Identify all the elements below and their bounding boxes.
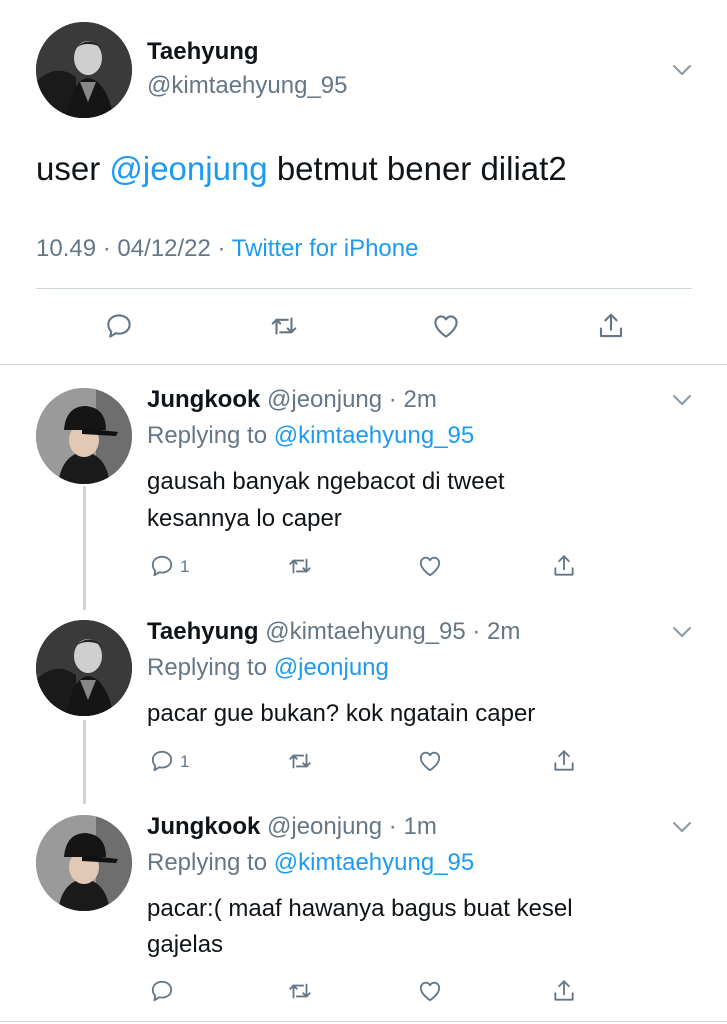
reply-time: 1m xyxy=(403,813,437,840)
reply-time: 2m xyxy=(403,386,437,413)
replying-to: Replying to @kimtaehyung_95 xyxy=(147,422,474,450)
section-divider xyxy=(0,364,727,365)
retweet-icon[interactable] xyxy=(284,975,316,1007)
chevron-down-icon[interactable] xyxy=(670,620,694,644)
meta-separator: · xyxy=(465,618,488,645)
replying-to: Replying to @kimtaehyung_95 xyxy=(147,849,474,877)
thread-line xyxy=(83,720,86,804)
tweet-client[interactable]: Twitter for iPhone xyxy=(232,235,419,262)
replying-to-prefix: Replying to xyxy=(147,422,274,449)
reply-count: 1 xyxy=(180,752,190,771)
share-icon[interactable] xyxy=(548,975,580,1007)
like-icon[interactable] xyxy=(414,745,446,777)
meta-separator: · xyxy=(382,813,404,840)
main-tweet-divider xyxy=(36,288,692,289)
main-tweet-meta: 10.49 · 04/12/22 · Twitter for iPhone xyxy=(36,235,418,263)
reply-text-line: gausah banyak ngebacot di tweet xyxy=(147,468,505,495)
reply-icon[interactable] xyxy=(146,975,178,1007)
reply-text-line: kesannya lo caper xyxy=(147,505,342,532)
avatar-taehyung[interactable] xyxy=(36,620,132,716)
main-tweet-mention[interactable]: @jeonjung xyxy=(109,150,267,187)
replying-to-handle[interactable]: @kimtaehyung_95 xyxy=(274,849,474,876)
replying-to-handle[interactable]: @kimtaehyung_95 xyxy=(274,422,474,449)
share-icon[interactable] xyxy=(548,745,580,777)
replying-to: Replying to @jeonjung xyxy=(147,654,389,682)
chevron-down-icon[interactable] xyxy=(670,815,694,839)
main-tweet-text-before: user xyxy=(36,150,110,187)
reply-author-name[interactable]: Jungkook xyxy=(147,813,260,840)
reply-icon[interactable] xyxy=(146,745,178,777)
chevron-down-icon[interactable] xyxy=(670,58,694,82)
person-photo-icon xyxy=(36,388,132,484)
reply-author-name[interactable]: Taehyung xyxy=(147,618,259,645)
main-author-name[interactable]: Taehyung xyxy=(147,38,259,66)
avatar-jungkook[interactable] xyxy=(36,388,132,484)
reply-author-name[interactable]: Jungkook xyxy=(147,386,260,413)
like-icon[interactable] xyxy=(414,550,446,582)
reply-header: Taehyung @kimtaehyung_95 · 2m xyxy=(147,618,520,646)
like-icon[interactable] xyxy=(430,310,462,342)
reply-time: 2m xyxy=(487,618,521,645)
reply-text-line: pacar:( maaf hawanya bagus buat kesel xyxy=(147,895,573,922)
meta-separator: · xyxy=(382,386,404,413)
share-icon[interactable] xyxy=(595,310,627,342)
main-author-handle[interactable]: @kimtaehyung_95 xyxy=(147,72,347,100)
meta-separator: · xyxy=(96,235,118,262)
reply-text-line: pacar gue bukan? kok ngatain caper xyxy=(147,700,536,727)
like-icon[interactable] xyxy=(414,975,446,1007)
main-tweet-text-after: betmut bener diliat2 xyxy=(267,150,567,187)
chevron-down-icon[interactable] xyxy=(670,388,694,412)
reply-author-handle[interactable]: @jeonjung xyxy=(267,386,382,413)
retweet-icon[interactable] xyxy=(268,310,300,342)
reply-author-handle[interactable]: @kimtaehyung_95 xyxy=(265,618,465,645)
replying-to-handle[interactable]: @jeonjung xyxy=(274,654,389,681)
person-photo-icon xyxy=(36,22,132,118)
avatar-jungkook[interactable] xyxy=(36,815,132,911)
replying-to-prefix: Replying to xyxy=(147,654,274,681)
reply-icon[interactable] xyxy=(103,310,135,342)
tweet-time: 10.49 xyxy=(36,235,97,262)
bottom-divider xyxy=(0,1021,727,1022)
tweet-date: 04/12/22 xyxy=(117,235,211,262)
reply-header: Jungkook @jeonjung · 2m xyxy=(147,386,437,414)
reply-count: 1 xyxy=(180,557,190,576)
reply-author-handle[interactable]: @jeonjung xyxy=(267,813,382,840)
main-tweet-text: user @jeonjung betmut bener diliat2 xyxy=(36,150,567,188)
replying-to-prefix: Replying to xyxy=(147,849,274,876)
retweet-icon[interactable] xyxy=(284,745,316,777)
meta-separator: · xyxy=(210,235,232,262)
retweet-icon[interactable] xyxy=(284,550,316,582)
reply-icon[interactable] xyxy=(146,550,178,582)
person-photo-icon xyxy=(36,620,132,716)
share-icon[interactable] xyxy=(548,550,580,582)
avatar-taehyung[interactable] xyxy=(36,22,132,118)
reply-header: Jungkook @jeonjung · 1m xyxy=(147,813,437,841)
thread-line xyxy=(83,486,86,610)
reply-text-line: gajelas xyxy=(147,931,224,958)
person-photo-icon xyxy=(36,815,132,911)
